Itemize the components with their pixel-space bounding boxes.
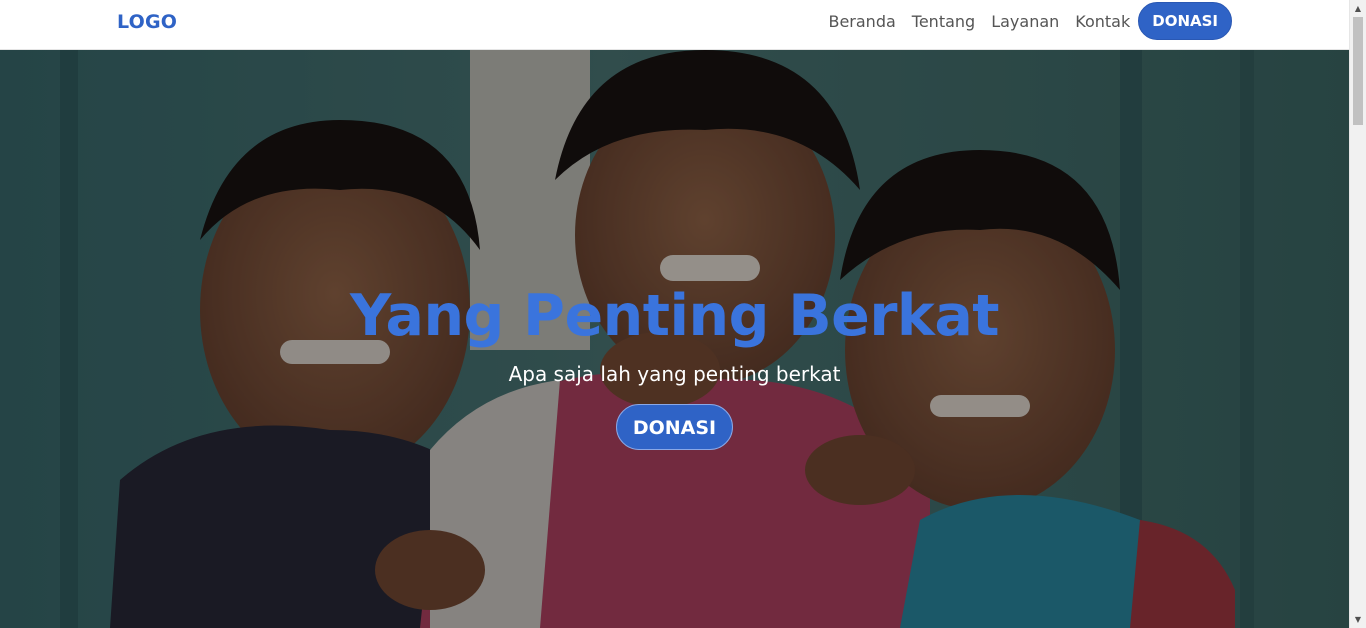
- nav-link-kontak[interactable]: Kontak: [1075, 12, 1130, 31]
- nav-link-tentang[interactable]: Tentang: [912, 12, 975, 31]
- scrollbar-thumb[interactable]: [1353, 17, 1363, 125]
- hero-title: Yang Penting Berkat: [349, 283, 1000, 349]
- vertical-scrollbar[interactable]: ▲ ▼: [1349, 0, 1366, 628]
- scroll-up-arrow-icon[interactable]: ▲: [1350, 0, 1366, 17]
- hero-donate-button[interactable]: DONASI: [615, 404, 734, 450]
- nav-link-beranda[interactable]: Beranda: [828, 12, 895, 31]
- hero-subtitle: Apa saja lah yang penting berkat: [508, 362, 841, 386]
- scroll-down-arrow-icon[interactable]: ▼: [1350, 611, 1366, 628]
- hero-section: Yang Penting Berkat Apa saja lah yang pe…: [0, 50, 1349, 628]
- navbar: LOGO Beranda Tentang Layanan Kontak DONA…: [0, 0, 1349, 50]
- page: LOGO Beranda Tentang Layanan Kontak DONA…: [0, 0, 1366, 628]
- logo[interactable]: LOGO: [117, 11, 177, 33]
- nav-links: Beranda Tentang Layanan Kontak DONASI: [828, 2, 1232, 40]
- nav-link-layanan[interactable]: Layanan: [991, 12, 1059, 31]
- hero-content: Yang Penting Berkat Apa saja lah yang pe…: [0, 278, 1349, 450]
- nav-donate-button[interactable]: DONASI: [1138, 2, 1232, 40]
